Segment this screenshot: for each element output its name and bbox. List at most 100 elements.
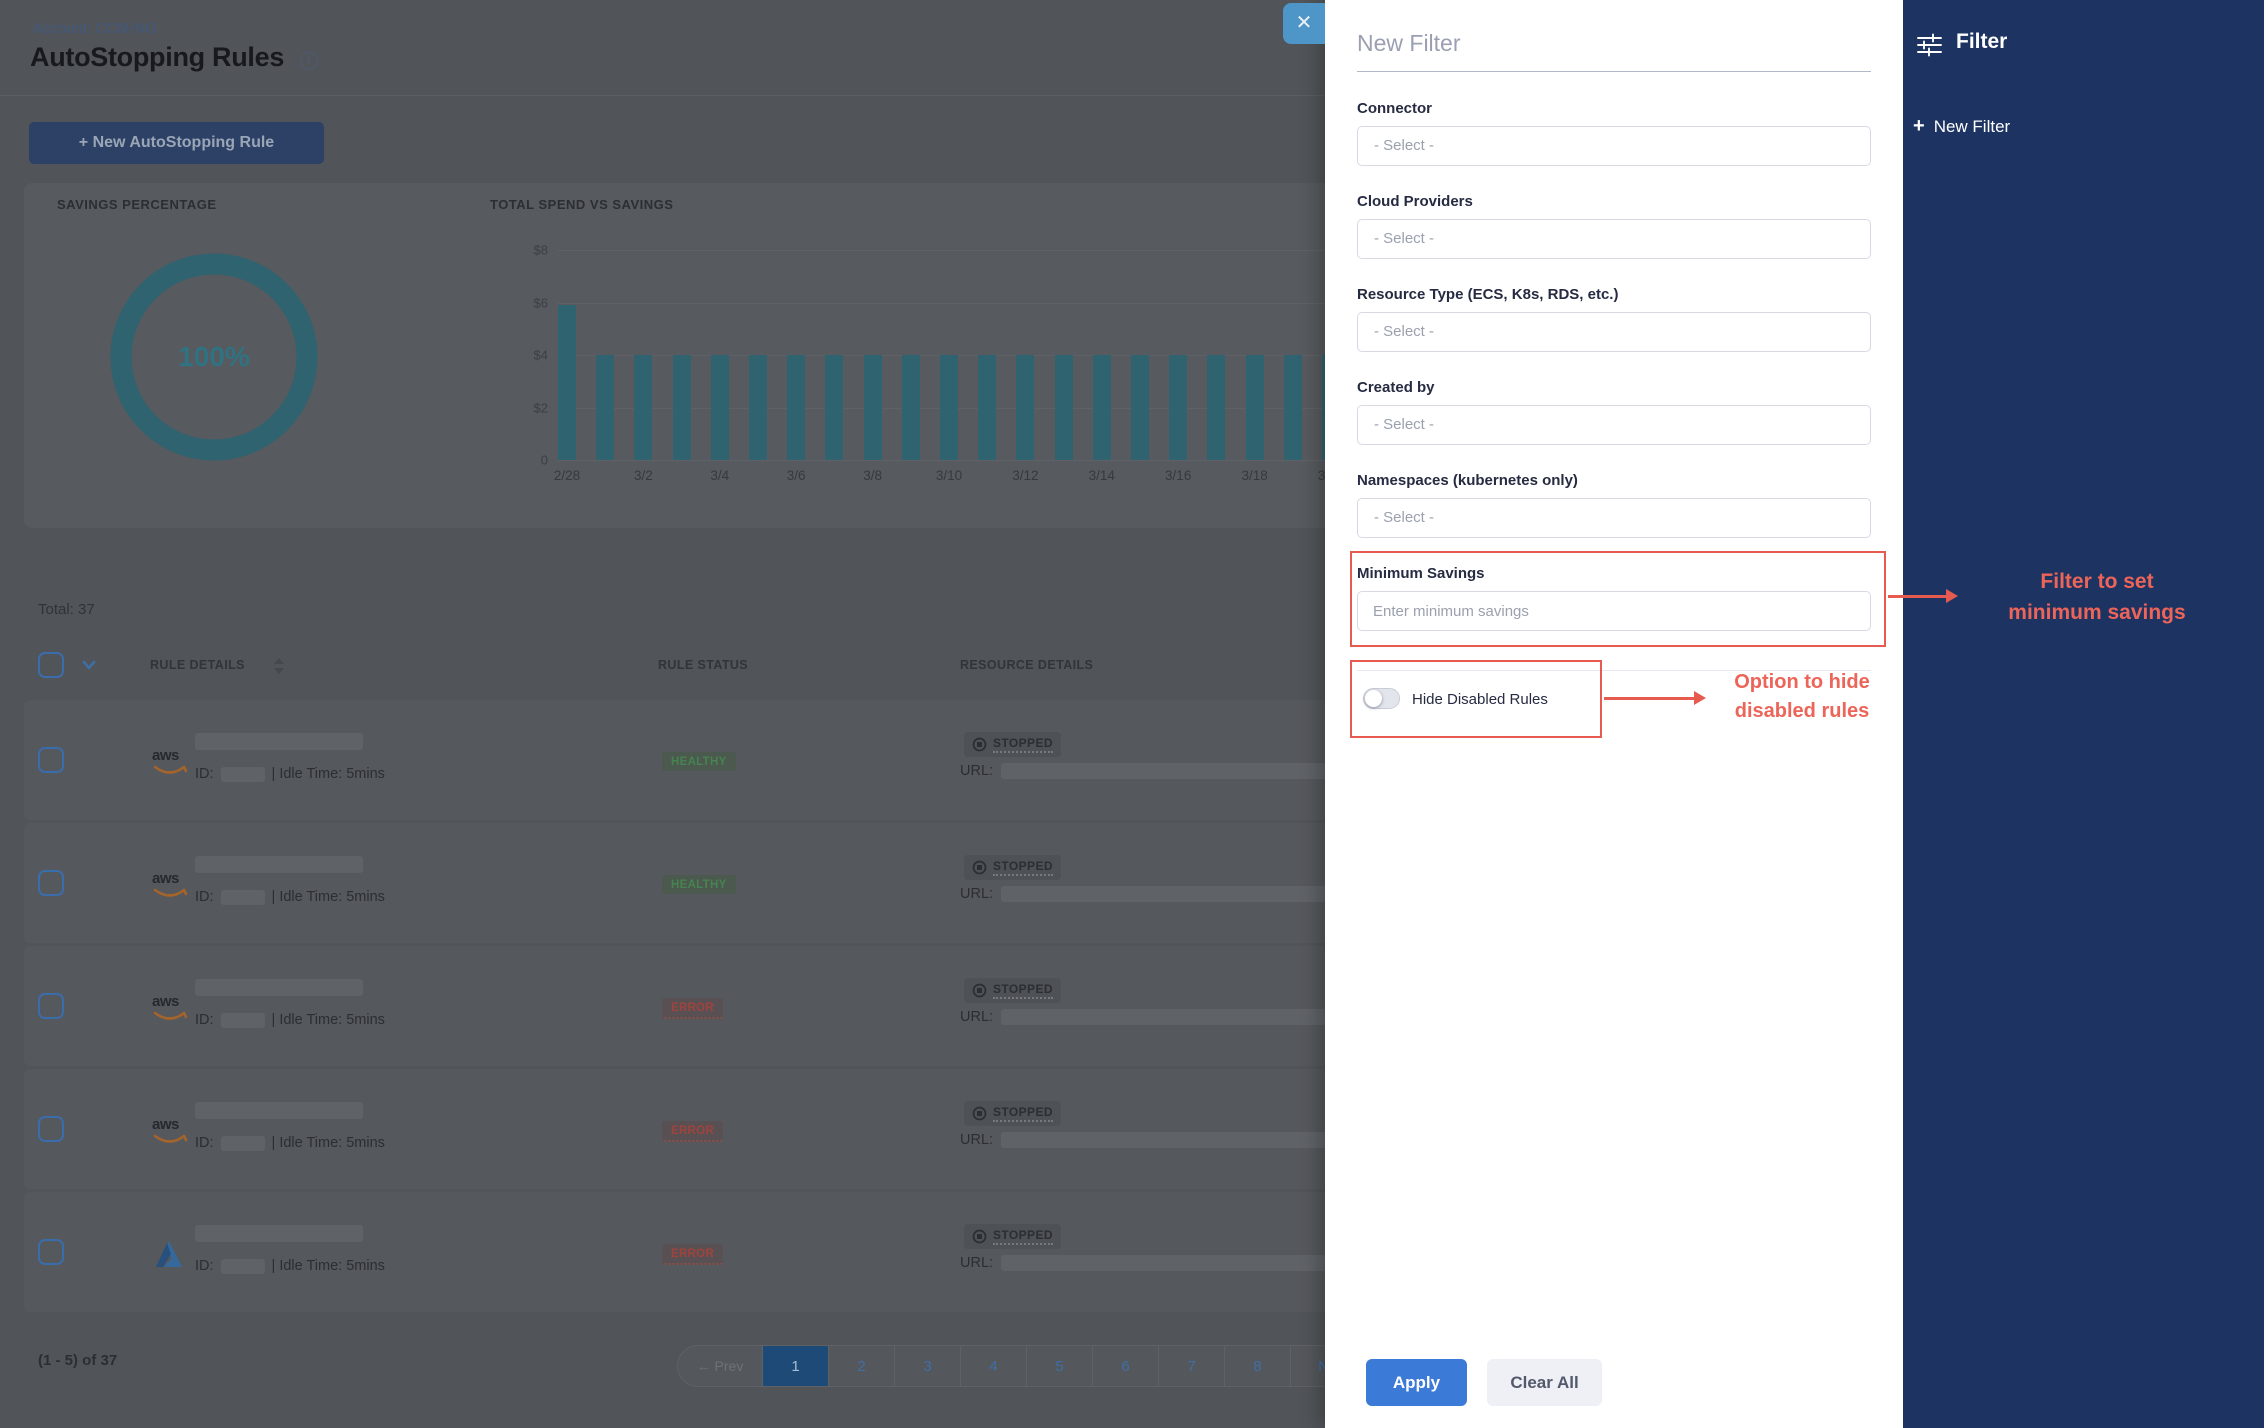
- x-axis-tick: 3/2: [634, 468, 653, 483]
- url-label: URL:: [960, 1255, 993, 1271]
- savings-percentage-donut: 100%: [109, 252, 319, 462]
- resource-url-line: URL:: [960, 886, 1331, 902]
- annotation-arrow-hide-rules: [1604, 697, 1694, 700]
- pagination-page-1[interactable]: 1: [762, 1346, 828, 1386]
- state-label: STOPPED: [993, 982, 1053, 999]
- id-label: ID:: [195, 1258, 214, 1274]
- stopped-icon: [972, 737, 987, 752]
- resource-state-badge[interactable]: STOPPED: [964, 732, 1061, 757]
- bar: [1055, 355, 1073, 460]
- info-icon[interactable]: i: [300, 52, 318, 70]
- row-checkbox[interactable]: [38, 1116, 64, 1142]
- close-drawer-button[interactable]: ✕: [1283, 3, 1325, 44]
- y-axis-tick: $6: [490, 295, 548, 310]
- resource-url-line: URL:: [960, 763, 1331, 779]
- namespaces-select[interactable]: - Select -: [1357, 498, 1871, 538]
- bar: [902, 355, 920, 460]
- x-axis-tick: 3/18: [1241, 468, 1267, 483]
- x-axis-tick: 3/12: [1012, 468, 1038, 483]
- bar: [1207, 355, 1225, 460]
- url-label: URL:: [960, 886, 993, 902]
- pagination-page-2[interactable]: 2: [828, 1346, 894, 1386]
- x-axis-tick: 2/28: [554, 468, 580, 483]
- bar: [787, 355, 805, 460]
- connector-select[interactable]: - Select -: [1357, 126, 1871, 166]
- stopped-icon: [972, 1106, 987, 1121]
- rule-id-line: ID: | Idle Time: 5mins: [195, 1258, 385, 1274]
- rule-id-line: ID: | Idle Time: 5mins: [195, 766, 385, 782]
- aws-icon: aws: [152, 870, 194, 904]
- idle-time-label: | Idle Time: 5mins: [272, 889, 385, 905]
- resource-state-badge[interactable]: STOPPED: [964, 1224, 1061, 1249]
- state-label: STOPPED: [993, 1105, 1053, 1122]
- annotation-text-hide-rules: Option to hide disabled rules: [1712, 668, 1892, 726]
- y-axis-tick: $4: [490, 348, 548, 363]
- pagination-page-6[interactable]: 6: [1092, 1346, 1158, 1386]
- spend-vs-savings-title: TOTAL SPEND VS SAVINGS: [490, 197, 673, 212]
- clear-all-button[interactable]: Clear All: [1487, 1359, 1602, 1406]
- new-autostopping-rule-button[interactable]: + New AutoStopping Rule: [29, 122, 324, 164]
- url-redacted: [1001, 1009, 1331, 1025]
- bar: [940, 355, 958, 460]
- row-checkbox[interactable]: [38, 1239, 64, 1265]
- rule-name-redacted: [195, 1225, 363, 1242]
- column-rule-details[interactable]: RULE DETAILS: [150, 658, 245, 672]
- rule-id-line: ID: | Idle Time: 5mins: [195, 1012, 385, 1028]
- annotation-text-minimum-savings: Filter to set minimum savings: [1952, 566, 2242, 628]
- apply-button[interactable]: Apply: [1366, 1359, 1467, 1406]
- bar: [596, 355, 614, 460]
- pagination-page-3[interactable]: 3: [894, 1346, 960, 1386]
- stopped-icon: [972, 983, 987, 998]
- rule-id-line: ID: | Idle Time: 5mins: [195, 1135, 385, 1151]
- created-by-select[interactable]: - Select -: [1357, 405, 1871, 445]
- resource-type-label: Resource Type (ECS, K8s, RDS, etc.): [1357, 286, 1618, 303]
- pagination-page-8[interactable]: 8: [1224, 1346, 1290, 1386]
- pagination-page-5[interactable]: 5: [1026, 1346, 1092, 1386]
- bar: [558, 305, 576, 460]
- idle-time-label: | Idle Time: 5mins: [272, 1012, 385, 1028]
- pagination-page-4[interactable]: 4: [960, 1346, 1026, 1386]
- cloud-providers-select[interactable]: - Select -: [1357, 219, 1871, 259]
- azure-icon: [152, 1239, 194, 1273]
- filter-sidebar: Filter + New Filter: [1903, 0, 2264, 1428]
- pagination-prev[interactable]: ← Prev: [678, 1346, 762, 1386]
- total-count: Total: 37: [38, 601, 95, 618]
- select-all-checkbox[interactable]: [38, 652, 64, 678]
- resource-state-badge[interactable]: STOPPED: [964, 978, 1061, 1003]
- sort-icon[interactable]: [272, 656, 286, 676]
- page-title: AutoStopping Rules: [30, 42, 284, 73]
- url-label: URL:: [960, 1009, 993, 1025]
- new-filter-label: New Filter: [1934, 117, 2011, 137]
- resource-url-line: URL:: [960, 1132, 1331, 1148]
- stopped-icon: [972, 1229, 987, 1244]
- stopped-icon: [972, 860, 987, 875]
- resource-url-line: URL:: [960, 1255, 1331, 1271]
- url-redacted: [1001, 763, 1331, 779]
- row-checkbox[interactable]: [38, 747, 64, 773]
- row-checkbox[interactable]: [38, 870, 64, 896]
- url-redacted: [1001, 1132, 1331, 1148]
- sidebar-filter-title: Filter: [1956, 30, 2007, 54]
- sidebar-new-filter[interactable]: + New Filter: [1913, 115, 2010, 138]
- bar: [1131, 355, 1149, 460]
- resource-state-badge[interactable]: STOPPED: [964, 1101, 1061, 1126]
- resource-state-badge[interactable]: STOPPED: [964, 855, 1061, 880]
- id-redacted: [221, 1259, 265, 1274]
- resource-type-select[interactable]: - Select -: [1357, 312, 1871, 352]
- chevron-down-icon[interactable]: [80, 656, 98, 674]
- x-axis-tick: 3/4: [710, 468, 729, 483]
- breadcrumb[interactable]: Account: CCM-NG: [33, 20, 157, 37]
- pagination-page-7[interactable]: 7: [1158, 1346, 1224, 1386]
- row-checkbox[interactable]: [38, 993, 64, 1019]
- aws-icon: aws: [152, 993, 194, 1027]
- filter-name-input[interactable]: New Filter: [1357, 30, 1871, 72]
- namespaces-label: Namespaces (kubernetes only): [1357, 472, 1578, 489]
- bar: [711, 355, 729, 460]
- connector-label: Connector: [1357, 100, 1432, 117]
- rule-name-redacted: [195, 856, 363, 873]
- url-label: URL:: [960, 1132, 993, 1148]
- rule-name-redacted: [195, 733, 363, 750]
- url-label: URL:: [960, 763, 993, 779]
- bar: [1284, 355, 1302, 460]
- y-axis-tick: $2: [490, 400, 548, 415]
